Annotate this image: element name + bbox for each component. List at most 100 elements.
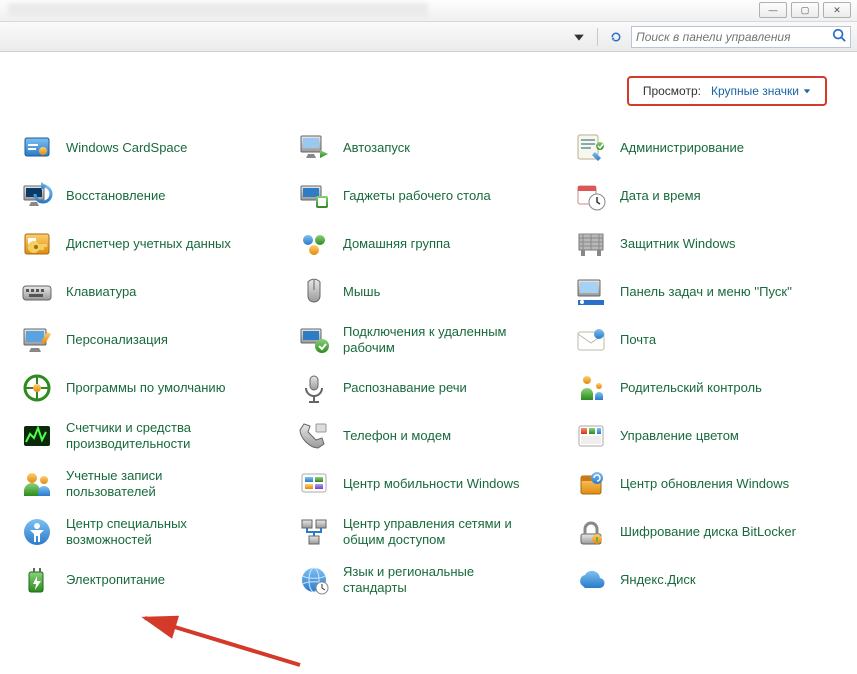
cpl-item-homegroup[interactable]: Домашняя группа [293,220,564,268]
cpl-item-label: Счетчики и средства производительности [66,420,246,453]
cpl-item-remote[interactable]: Подключения к удаленным рабочим [293,316,564,364]
autoplay-icon [295,129,333,167]
cpl-item-gadgets[interactable]: Гаджеты рабочего стола [293,172,564,220]
view-highlight-box: Просмотр: Крупные значки [627,76,827,106]
cpl-item-speech[interactable]: Распознавание речи [293,364,564,412]
cpl-item-color[interactable]: Управление цветом [570,412,841,460]
toolbar-dropdown-icon[interactable] [568,27,590,47]
cpl-item-label: Яндекс.Диск [620,572,696,588]
cpl-item-personalize[interactable]: Персонализация [16,316,287,364]
datetime-icon [572,177,610,215]
power-icon [18,561,56,599]
window-controls: — ▢ ✕ [759,2,851,18]
keyboard-icon [18,273,56,311]
cpl-item-label: Учетные записи пользователей [66,468,246,501]
chevron-down-icon [803,87,811,95]
cpl-item-power[interactable]: Электропитание [16,556,287,604]
cpl-item-label: Почта [620,332,656,348]
region-icon [295,561,333,599]
personalize-icon [18,321,56,359]
close-button[interactable]: ✕ [823,2,851,18]
cpl-item-autoplay[interactable]: Автозапуск [293,124,564,172]
color-icon [572,417,610,455]
remote-icon [295,321,333,359]
mouse-icon [295,273,333,311]
homegroup-icon [295,225,333,263]
cpl-item-label: Управление цветом [620,428,739,444]
recovery-icon [18,177,56,215]
users-icon [18,465,56,503]
cpl-item-label: Персонализация [66,332,168,348]
cpl-item-label: Центр мобильности Windows [343,476,520,492]
cpl-item-label: Родительский контроль [620,380,762,396]
cpl-item-label: Подключения к удаленным рабочим [343,324,523,357]
update-icon [572,465,610,503]
cpl-item-keyboard[interactable]: Клавиатура [16,268,287,316]
cpl-item-admintools[interactable]: Администрирование [570,124,841,172]
toolbar [0,22,857,52]
cpl-item-parental[interactable]: Родительский контроль [570,364,841,412]
cpl-item-recovery[interactable]: Восстановление [16,172,287,220]
speech-icon [295,369,333,407]
cpl-item-label: Автозапуск [343,140,410,156]
arrow-annotation [130,610,310,670]
cpl-item-credmgr[interactable]: Диспетчер учетных данных [16,220,287,268]
cpl-item-update[interactable]: Центр обновления Windows [570,460,841,508]
view-label: Просмотр: [643,84,701,98]
window-titlebar: — ▢ ✕ [0,0,857,22]
admintools-icon [572,129,610,167]
cpl-item-taskbar[interactable]: Панель задач и меню ''Пуск'' [570,268,841,316]
cpl-item-defender[interactable]: Защитник Windows [570,220,841,268]
cardspace-icon [18,129,56,167]
phone-icon [295,417,333,455]
gadgets-icon [295,177,333,215]
cpl-item-label: Гаджеты рабочего стола [343,188,491,204]
mail-icon [572,321,610,359]
cpl-item-cardspace[interactable]: Windows CardSpace [16,124,287,172]
cpl-item-users[interactable]: Учетные записи пользователей [16,460,287,508]
parental-icon [572,369,610,407]
network-icon [295,513,333,551]
view-row: Просмотр: Крупные значки [12,52,845,116]
defender-icon [572,225,610,263]
cpl-item-label: Windows CardSpace [66,140,187,156]
credmgr-icon [18,225,56,263]
cpl-item-label: Клавиатура [66,284,136,300]
maximize-button[interactable]: ▢ [791,2,819,18]
cpl-item-region[interactable]: Язык и региональные стандарты [293,556,564,604]
view-mode-text: Крупные значки [711,84,799,98]
cpl-item-yadisk[interactable]: Яндекс.Диск [570,556,841,604]
control-panel-grid: Windows CardSpace Автозапуск Администриров… [12,116,845,604]
cpl-item-mouse[interactable]: Мышь [293,268,564,316]
cpl-item-label: Распознавание речи [343,380,467,396]
content-area: Просмотр: Крупные значки Windows CardSpa… [0,52,857,674]
refresh-icon[interactable] [605,27,627,47]
window-title-blurred [8,3,428,17]
cpl-item-label: Язык и региональные стандарты [343,564,523,597]
ease-icon [18,513,56,551]
search-icon[interactable] [832,28,846,45]
yadisk-icon [572,561,610,599]
cpl-item-mail[interactable]: Почта [570,316,841,364]
cpl-item-datetime[interactable]: Дата и время [570,172,841,220]
cpl-item-network[interactable]: Центр управления сетями и общим доступом [293,508,564,556]
cpl-item-ease[interactable]: Центр специальных возможностей [16,508,287,556]
cpl-item-defaultprog[interactable]: Программы по умолчанию [16,364,287,412]
cpl-item-label: Центр управления сетями и общим доступом [343,516,523,549]
cpl-item-label: Телефон и модем [343,428,451,444]
cpl-item-perf[interactable]: Счетчики и средства производительности [16,412,287,460]
cpl-item-label: Мышь [343,284,380,300]
minimize-button[interactable]: — [759,2,787,18]
cpl-item-label: Шифрование диска BitLocker [620,524,796,540]
search-box[interactable] [631,26,851,48]
cpl-item-label: Центр специальных возможностей [66,516,246,549]
cpl-item-label: Электропитание [66,572,165,588]
view-mode-dropdown[interactable]: Крупные значки [711,84,811,98]
search-input[interactable] [636,30,832,44]
cpl-item-mobility[interactable]: Центр мобильности Windows [293,460,564,508]
cpl-item-phone[interactable]: Телефон и модем [293,412,564,460]
bitlocker-icon [572,513,610,551]
cpl-item-label: Домашняя группа [343,236,450,252]
cpl-item-bitlocker[interactable]: Шифрование диска BitLocker [570,508,841,556]
cpl-item-label: Панель задач и меню ''Пуск'' [620,284,792,300]
